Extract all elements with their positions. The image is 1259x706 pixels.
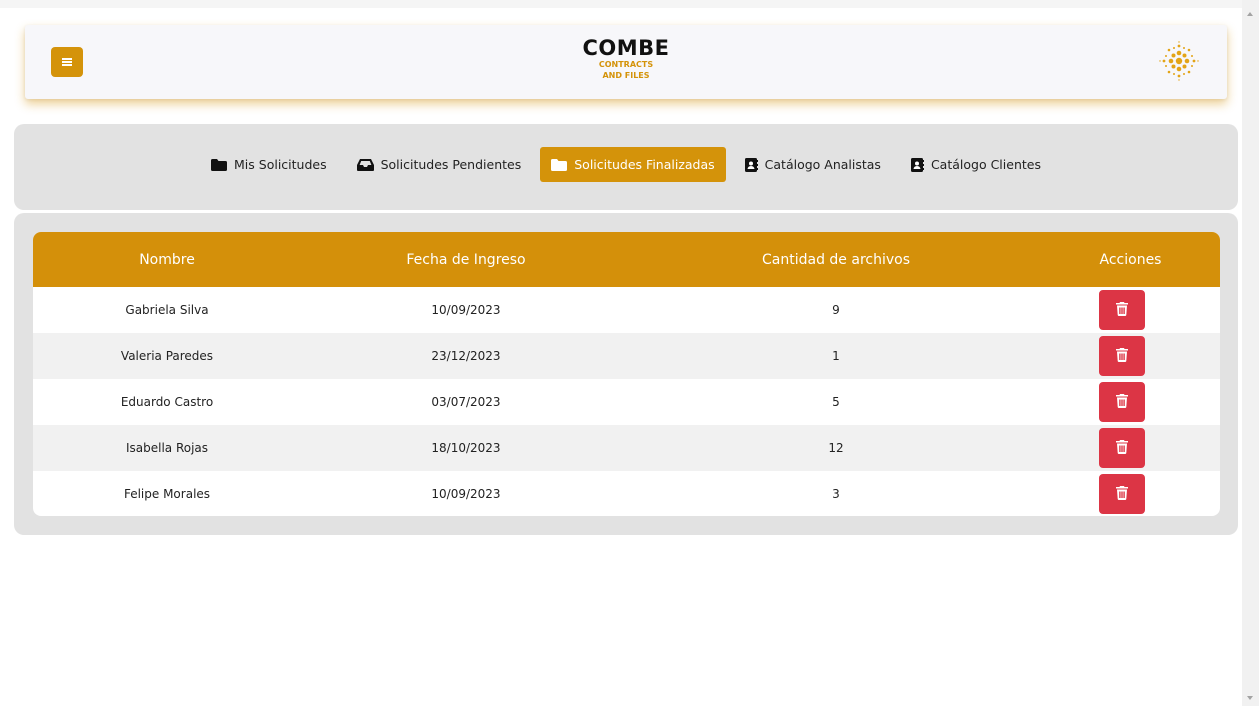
trash-icon <box>1115 485 1128 503</box>
cell-fecha: 03/07/2023 <box>431 395 501 409</box>
vertical-scrollbar[interactable] <box>1242 0 1259 706</box>
nav-tabs: Mis Solicitudes Solicitudes Pendientes S… <box>14 147 1238 182</box>
trash-icon <box>1115 439 1128 457</box>
tab-label: Solicitudes Finalizadas <box>574 157 715 172</box>
cell-cantidad: 9 <box>832 303 840 317</box>
cell-cantidad: 1 <box>832 349 840 363</box>
table-row: Gabriela Silva 10/09/2023 9 <box>33 287 1220 333</box>
cell-fecha: 10/09/2023 <box>431 303 501 317</box>
top-strip <box>0 0 1259 8</box>
column-header-cantidad[interactable]: Cantidad de archivos <box>631 252 1041 268</box>
column-header-fecha[interactable]: Fecha de Ingreso <box>301 252 631 268</box>
brand-subtitle-line2: AND FILES <box>602 71 650 80</box>
tab-label: Solicitudes Pendientes <box>380 157 522 172</box>
tab-label: Mis Solicitudes <box>234 157 327 172</box>
table-row: Valeria Paredes 23/12/2023 1 <box>33 333 1220 379</box>
table-row: Isabella Rojas 18/10/2023 12 <box>33 425 1220 471</box>
scroll-down-arrow-icon[interactable] <box>1247 696 1253 700</box>
trash-icon <box>1115 393 1128 411</box>
cell-acciones <box>1041 474 1220 514</box>
scroll-up-arrow-icon[interactable] <box>1247 12 1253 16</box>
cell-acciones <box>1041 336 1220 376</box>
cell-acciones <box>1041 290 1220 330</box>
delete-button[interactable] <box>1098 428 1145 468</box>
cell-cantidad: 12 <box>828 441 844 455</box>
tab-catalogo-analistas[interactable]: Catálogo Analistas <box>734 147 892 182</box>
column-header-acciones: Acciones <box>1099 251 1162 268</box>
tab-solicitudes-finalizadas[interactable]: Solicitudes Finalizadas <box>540 147 726 182</box>
nav-panel: Mis Solicitudes Solicitudes Pendientes S… <box>14 124 1238 210</box>
tab-label: Catálogo Clientes <box>930 157 1041 172</box>
table-panel: Nombre Fecha de Ingreso Cantidad de arch… <box>14 213 1238 535</box>
delete-button[interactable] <box>1098 336 1145 376</box>
cell-nombre: Valeria Paredes <box>120 349 214 363</box>
delete-button[interactable] <box>1098 382 1145 422</box>
trash-icon <box>1115 347 1128 365</box>
delete-button[interactable] <box>1098 474 1145 514</box>
solicitudes-table: Nombre Fecha de Ingreso Cantidad de arch… <box>33 232 1220 516</box>
tab-mis-solicitudes[interactable]: Mis Solicitudes <box>200 147 338 182</box>
table-header: Nombre Fecha de Ingreso Cantidad de arch… <box>33 232 1220 287</box>
brand-title: COMBE <box>582 36 670 60</box>
cell-nombre: Isabella Rojas <box>125 441 209 455</box>
table-row: Felipe Morales 10/09/2023 3 <box>33 471 1220 516</box>
cell-nombre: Felipe Morales <box>123 487 211 501</box>
cell-fecha: 10/09/2023 <box>431 487 501 501</box>
cell-cantidad: 3 <box>832 487 840 501</box>
cell-acciones <box>1041 428 1220 468</box>
tab-catalogo-clientes[interactable]: Catálogo Clientes <box>900 147 1052 182</box>
address-book-icon <box>744 157 758 172</box>
cell-fecha: 23/12/2023 <box>431 349 501 363</box>
brand: COMBE CONTRACTS AND FILES <box>25 37 1227 81</box>
folder-icon <box>211 158 228 171</box>
tab-label: Catálogo Analistas <box>764 157 881 172</box>
address-book-icon <box>910 157 924 172</box>
cell-nombre: Gabriela Silva <box>125 303 209 317</box>
cell-cantidad: 5 <box>832 395 840 409</box>
folder-icon <box>551 158 568 171</box>
dots-logo-icon <box>1157 39 1201 83</box>
cell-fecha: 18/10/2023 <box>431 441 501 455</box>
app-header: COMBE CONTRACTS AND FILES <box>25 25 1227 99</box>
table-row: Eduardo Castro 03/07/2023 5 <box>33 379 1220 425</box>
cell-acciones <box>1041 382 1220 422</box>
delete-button[interactable] <box>1098 290 1145 330</box>
column-header-nombre[interactable]: Nombre <box>33 252 301 268</box>
trash-icon <box>1115 301 1128 319</box>
inbox-icon <box>356 158 374 171</box>
cell-nombre: Eduardo Castro <box>120 395 214 409</box>
brand-subtitle-line1: CONTRACTS <box>598 60 654 69</box>
tab-solicitudes-pendientes[interactable]: Solicitudes Pendientes <box>346 147 533 182</box>
